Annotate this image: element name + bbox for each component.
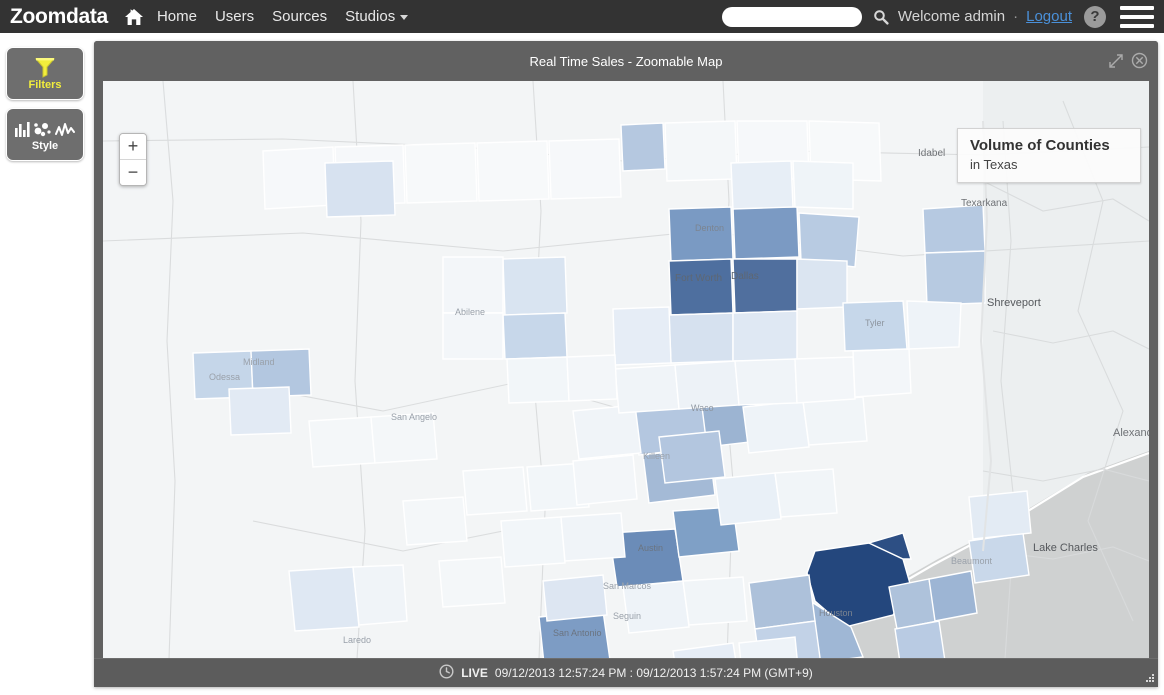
time-range-label: 09/12/2013 12:57:24 PM : 09/12/2013 1:57… (494, 666, 813, 680)
expand-icon[interactable] (1108, 53, 1124, 74)
map-label: San Antonio (553, 628, 602, 638)
map-label: Seguin (613, 611, 641, 621)
map-label: Laredo (343, 635, 371, 645)
map-label: Alexandria (1113, 427, 1149, 439)
nav-studios-label: Studios (345, 8, 396, 25)
map-label: Tyler (865, 318, 885, 328)
map-label: Abilene (455, 307, 485, 317)
zoomable-map[interactable]: Idabel Texarkana Shreveport Alexandria Lake … (103, 81, 1149, 659)
map-label: Houston (819, 608, 853, 618)
separator-dot: · (1013, 8, 1019, 25)
map-label: Denton (695, 223, 724, 233)
top-bar-right-group: Welcome admin · Logout ? (721, 0, 1164, 33)
chart-style-icon (14, 117, 76, 139)
sidebar-item-style-label: Style (31, 140, 59, 152)
close-icon[interactable] (1131, 52, 1148, 74)
nav-sources[interactable]: Sources (263, 8, 336, 25)
map-label: Dallas (731, 271, 759, 282)
nav-studios[interactable]: Studios (336, 8, 417, 25)
help-button[interactable]: ? (1084, 5, 1106, 28)
top-navigation-bar: Zoomdata Home Users Sources Studios Welc… (0, 0, 1164, 33)
live-badge: LIVE (461, 666, 488, 680)
logout-link[interactable]: Logout (1026, 8, 1072, 25)
panel-tools (1108, 52, 1148, 74)
left-sidebar: Filters Style (6, 47, 84, 161)
visualization-panel: Real Time Sales - Zoomable Map Idabel Te… (94, 41, 1158, 687)
hamburger-menu-icon[interactable] (1120, 4, 1154, 30)
map-label: San Angelo (391, 412, 437, 422)
funnel-icon (33, 56, 57, 78)
map-label: Killeen (643, 451, 670, 461)
chevron-down-icon (400, 14, 409, 20)
map-label: Texarkana (961, 198, 1008, 209)
legend-subtitle: in Texas (970, 157, 1018, 172)
resize-grip[interactable] (1143, 672, 1155, 684)
sidebar-item-filters-label: Filters (28, 79, 62, 91)
clock-icon (439, 664, 454, 682)
map-zoom-controls[interactable]: + − (119, 133, 147, 186)
map-label: Midland (243, 357, 275, 367)
map-label: Fort Worth (675, 273, 722, 284)
map-label: Odessa (209, 372, 240, 382)
nav-users[interactable]: Users (206, 8, 263, 25)
sidebar-item-style[interactable]: Style (6, 108, 84, 161)
brand-logo[interactable]: Zoomdata (4, 5, 114, 29)
search-icon[interactable] (873, 9, 889, 25)
home-icon[interactable] (120, 8, 148, 26)
status-bar: LIVE 09/12/2013 12:57:24 PM : 09/12/2013… (94, 658, 1158, 687)
page-title: Real Time Sales - Zoomable Map (94, 41, 1158, 81)
map-label: Shreveport (987, 297, 1041, 309)
map-label: Austin (638, 543, 663, 553)
map-label: Beaumont (951, 556, 993, 566)
nav-home[interactable]: Home (148, 8, 206, 25)
map-label: Idabel (918, 148, 945, 159)
zoom-in-button[interactable]: + (120, 134, 146, 160)
welcome-label: Welcome admin (897, 8, 1006, 25)
sidebar-item-filters[interactable]: Filters (6, 47, 84, 100)
map-legend: Volume of Counties in Texas (957, 128, 1141, 183)
map-label: San Marcos (603, 581, 652, 591)
map-label: Lake Charles (1033, 542, 1098, 554)
search-input[interactable] (721, 6, 862, 27)
zoom-out-button[interactable]: − (120, 160, 146, 185)
map-label: Waco (691, 403, 714, 413)
legend-title: Volume of Counties (970, 137, 1110, 154)
